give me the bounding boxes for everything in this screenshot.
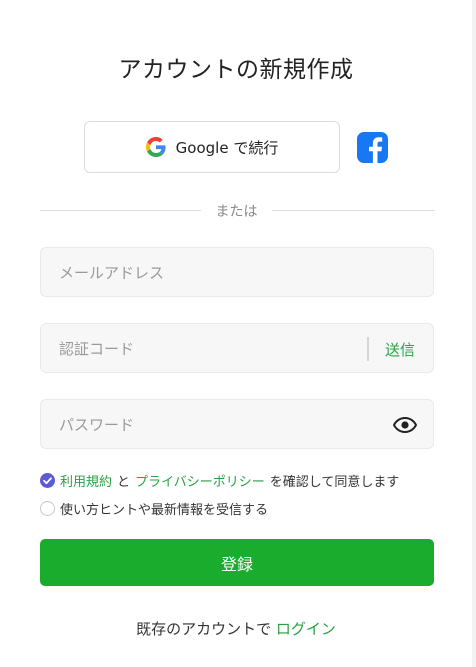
terms-consent-row: 利用規約 と プライバシーポリシー を確認して同意します [40,471,399,490]
divider-left [40,210,201,211]
email-field[interactable]: メールアドレス [40,247,434,297]
google-icon [145,137,166,157]
login-prompt-text: 既存のアカウントで [136,620,272,638]
consent-suffix-text: を確認して同意します [269,475,400,490]
login-link[interactable]: ログイン [276,620,336,638]
terms-link[interactable]: 利用規約 [60,471,112,490]
field-separator [367,337,369,361]
check-icon [43,477,52,485]
tips-label: 使い方ヒントや最新情報を受信する [60,503,269,518]
facebook-signin-button[interactable] [357,132,388,163]
tips-checkbox[interactable] [40,501,55,516]
login-prompt: 既存のアカウントで ログイン [0,618,472,639]
eye-icon[interactable] [392,415,418,435]
signup-panel: アカウントの新規作成 Google で続行 または メールアドレス 認証コード … [0,0,472,667]
window-edge [472,0,476,667]
page-title: アカウントの新規作成 [118,57,354,83]
terms-checkbox[interactable] [40,473,55,488]
tips-optin-row: 使い方ヒントや最新情報を受信する [40,499,268,518]
code-placeholder: 認証コード [59,340,135,358]
privacy-policy-link[interactable]: プライバシーポリシー [135,471,265,490]
send-code-button[interactable]: 送信 [385,339,415,360]
facebook-icon [369,137,383,163]
register-button[interactable]: 登録 [40,539,434,586]
password-placeholder: パスワード [59,416,135,434]
consent-and-text: と [117,475,131,490]
password-field[interactable]: パスワード [40,399,434,449]
divider-right [272,210,435,211]
google-button-label: Google で続行 [175,138,279,157]
google-signin-button[interactable]: Google で続行 [84,121,340,173]
email-placeholder: メールアドレス [59,264,165,282]
verification-code-field[interactable]: 認証コード 送信 [40,323,434,373]
divider-text: または [215,204,258,220]
